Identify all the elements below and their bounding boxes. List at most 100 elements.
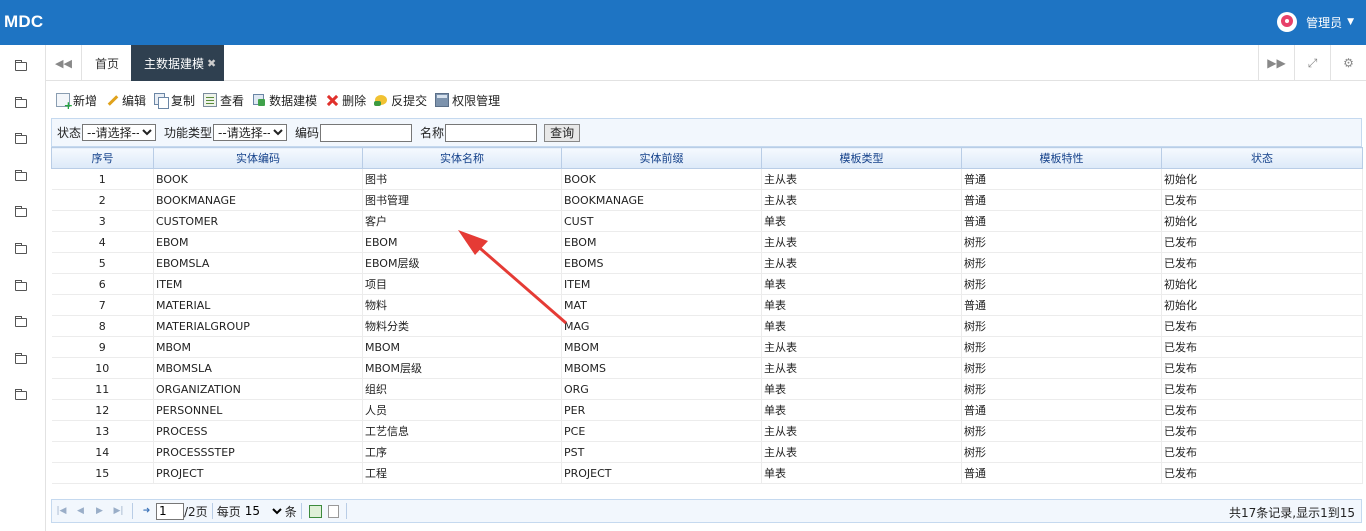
sidebar-folder-icon[interactable] — [15, 206, 29, 218]
code-input[interactable] — [320, 123, 413, 142]
column-header[interactable]: 实体名称 — [362, 147, 562, 169]
sidebar-folder-icon[interactable] — [15, 352, 29, 364]
table-row[interactable]: 15 PROJECT 工程 PROJECT 单表 普通 已发布 — [51, 462, 1363, 484]
table-cell: 普通 — [961, 168, 1162, 190]
user-menu[interactable]: 管理员 ▼ — [1277, 12, 1354, 32]
table-cell: ITEM — [561, 273, 762, 295]
table-cell: 树形 — [961, 441, 1162, 463]
type-select[interactable]: --请选择-- — [213, 124, 288, 141]
table-cell: 已发布 — [1161, 252, 1363, 274]
table-cell: 主从表 — [761, 168, 962, 190]
table-cell: 9 — [51, 336, 154, 358]
table-cell: 主从表 — [761, 357, 962, 379]
last-page-icon[interactable]: ▶| — [112, 505, 125, 518]
table-row[interactable]: 2 BOOKMANAGE 图书管理 BOOKMANAGE 主从表 普通 已发布 — [51, 189, 1363, 211]
fullscreen-icon[interactable]: ⤢ — [1294, 45, 1330, 81]
table-row[interactable]: 8 MATERIALGROUP 物料分类 MAG 单表 树形 已发布 — [51, 315, 1363, 337]
folder-icon — [15, 352, 27, 364]
status-label: 状态 — [57, 126, 82, 140]
first-page-icon[interactable]: |◀ — [55, 505, 68, 518]
toolbar-button-edit[interactable]: 编辑 — [105, 92, 146, 109]
delete-icon — [325, 93, 339, 107]
query-button[interactable]: 查询 — [544, 123, 581, 142]
caret-down-icon: ▼ — [1347, 17, 1354, 27]
page-input[interactable] — [156, 502, 184, 520]
tab-home[interactable]: 首页 — [82, 45, 132, 81]
data-grid: 序号 实体编码 实体名称 实体前缀 模板类型 模板特性 状态 1 BOOK 图书 BOOK 主从表普… — [51, 147, 1363, 484]
folder-icon — [15, 133, 27, 145]
table-row[interactable]: 1 BOOK 图书 BOOK 主从表 普通 初始化 — [51, 168, 1363, 190]
table-cell: BOOK — [153, 168, 363, 190]
table-cell: PST — [561, 441, 762, 463]
column-header[interactable]: 实体前缀 — [561, 147, 762, 169]
settings-gear-icon[interactable]: ⚙ — [1330, 45, 1366, 81]
toolbar-button-delete[interactable]: 删除 — [325, 92, 366, 109]
toolbar-button-unsubmit[interactable]: 反提交 — [374, 92, 427, 109]
goto-page-icon[interactable]: ➜ — [140, 505, 153, 518]
table-cell: 已发布 — [1161, 315, 1363, 337]
toolbar-button-model[interactable]: 数据建模 — [252, 92, 317, 109]
table-row[interactable]: 10 MBOMSLA MBOM层级 MBOMS 主从表 树形 已发布 — [51, 357, 1363, 379]
export-doc-icon[interactable] — [327, 504, 339, 518]
sidebar-folder-icon[interactable] — [15, 389, 29, 401]
pager-info: 共17条记录,显示1到15 — [1229, 506, 1355, 520]
divider — [211, 503, 213, 519]
table-cell: MAT — [561, 294, 762, 316]
table-row[interactable]: 5 EBOMSLA EBOM层级 EBOMS 主从表 树形 已发布 — [51, 252, 1363, 274]
folder-icon — [15, 60, 27, 71]
sidebar-folder-icon[interactable] — [15, 96, 29, 108]
prev-page-icon[interactable]: ◀ — [74, 505, 87, 518]
table-cell: 树形 — [961, 336, 1162, 358]
close-tab-icon[interactable]: ✖ — [207, 57, 216, 70]
column-header[interactable]: 实体编码 — [153, 147, 363, 169]
sidebar-folder-icon[interactable] — [15, 133, 29, 145]
export-excel-icon[interactable] — [308, 504, 322, 518]
table-cell: 人员 — [362, 399, 562, 421]
sidebar-folder-icon[interactable] — [15, 316, 29, 328]
name-input[interactable] — [445, 123, 538, 142]
column-header[interactable]: 状态 — [1161, 147, 1363, 169]
table-row[interactable]: 3 CUSTOMER 客户 CUST 单表 普通 初始化 — [51, 210, 1363, 232]
sidebar-folder-icon[interactable] — [15, 243, 29, 254]
table-cell: MBOM — [561, 336, 762, 358]
sidebar-folder-icon[interactable] — [15, 169, 29, 181]
table-row[interactable]: 6 ITEM 项目 ITEM 单表 树形 初始化 — [51, 273, 1363, 295]
table-row[interactable]: 9 MBOM MBOM MBOM 主从表 树形 已发布 — [51, 336, 1363, 358]
sidebar-folder-icon[interactable] — [15, 60, 29, 71]
table-cell: 树形 — [961, 273, 1162, 295]
folder-icon — [15, 279, 27, 291]
column-header[interactable]: 模板类型 — [761, 147, 962, 169]
table-cell: 树形 — [961, 420, 1162, 442]
table-cell: 1 — [51, 168, 154, 190]
sidebar-folder-icon[interactable] — [15, 279, 29, 291]
toolbar-button-copy[interactable]: 复制 — [154, 92, 195, 109]
toolbar-button-permission[interactable]: 权限管理 — [435, 92, 500, 109]
table-cell: 普通 — [961, 399, 1162, 421]
tab-master-data-modeling[interactable]: 主数据建模 ✖ — [131, 45, 225, 81]
table-cell: 项目 — [362, 273, 562, 295]
table-cell: PROJECT — [561, 462, 762, 484]
toolbar-button-add[interactable]: 新增 — [56, 92, 97, 112]
toolbar-button-view[interactable]: 查看 — [203, 92, 244, 109]
table-cell: 单表 — [761, 294, 962, 316]
table-cell: MATERIAL — [153, 294, 363, 316]
scroll-left-icon[interactable]: ◀◀ — [46, 45, 82, 81]
table-row[interactable]: 14 PROCESSSTEP 工序 PST 主从表 树形 已发布 — [51, 441, 1363, 463]
edit-icon — [105, 93, 119, 107]
scroll-right-icon[interactable]: ▶▶ — [1258, 45, 1294, 81]
table-row[interactable]: 11 ORGANIZATION 组织 ORG 单表 树形 已发布 — [51, 378, 1363, 400]
user-name: 管理员 — [1306, 15, 1343, 30]
next-page-icon[interactable]: ▶ — [93, 505, 106, 518]
table-cell: BOOKMANAGE — [153, 189, 363, 211]
table-row[interactable]: 12 PERSONNEL 人员 PER 单表 普通 已发布 — [51, 399, 1363, 421]
pager: |◀ ◀ ▶ ▶| ➜ /2页 每页 15 条 共17条记录,显示1到15 — [51, 499, 1362, 523]
folder-icon — [15, 169, 27, 181]
table-row[interactable]: 4 EBOM EBOM EBOM 主从表 树形 已发布 — [51, 231, 1363, 253]
per-page-select[interactable]: 15 — [240, 502, 285, 520]
table-cell: BOOKMANAGE — [561, 189, 762, 211]
status-select[interactable]: --请选择-- — [82, 124, 157, 141]
table-row[interactable]: 7 MATERIAL 物料 MAT 单表 普通 初始化 — [51, 294, 1363, 316]
column-header[interactable]: 模板特性 — [961, 147, 1162, 169]
column-header[interactable]: 序号 — [51, 147, 154, 169]
table-row[interactable]: 13 PROCESS 工艺信息 PCE 主从表 树形 已发布 — [51, 420, 1363, 442]
